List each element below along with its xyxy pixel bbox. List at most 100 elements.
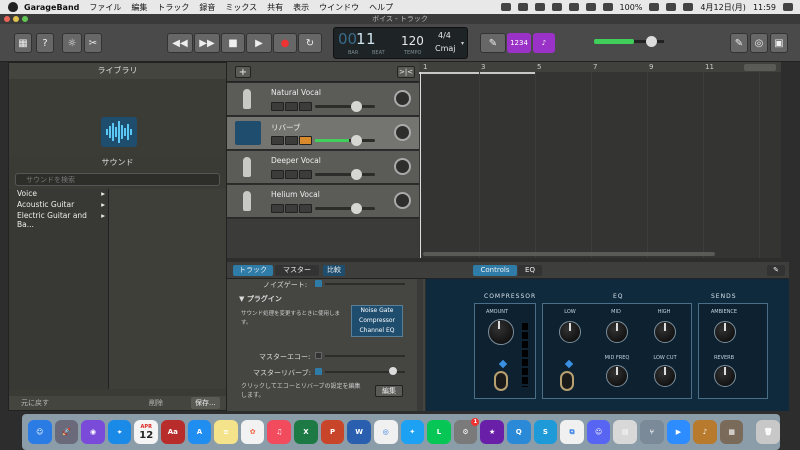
master-reverb-knob[interactable] xyxy=(389,367,397,375)
notepad-button[interactable]: ✎ xyxy=(730,33,748,53)
tab-track[interactable]: トラック xyxy=(233,265,273,276)
master-echo-slider[interactable] xyxy=(325,355,405,357)
track-name[interactable]: Deeper Vocal xyxy=(271,156,321,165)
plugin-edit-icon[interactable]: ✎ xyxy=(767,265,785,276)
catch-playhead-button[interactable]: >|< xyxy=(397,66,415,78)
eq-mid-freq-knob[interactable] xyxy=(606,365,628,387)
remote-desktop-icon[interactable]: ⧉ xyxy=(560,420,584,444)
plugin-slot[interactable]: Compressor xyxy=(352,316,402,326)
record-enable-button[interactable] xyxy=(299,170,312,179)
eq-high-knob[interactable] xyxy=(654,321,676,343)
menu-date[interactable]: 4月12日(月) xyxy=(700,2,746,13)
master-volume-knob[interactable] xyxy=(646,36,657,47)
plugins-disclosure[interactable]: ▼ プラグイン xyxy=(239,294,282,304)
dictionary-icon[interactable]: Aa xyxy=(161,420,185,444)
menu-edit[interactable]: 編集 xyxy=(131,2,147,13)
add-track-button[interactable]: + xyxy=(235,66,251,78)
category-item[interactable]: Electric Guitar and Ba... ▸ xyxy=(9,211,108,229)
category-item[interactable]: Acoustic Guitar ▸ xyxy=(9,200,108,211)
play-button[interactable]: ▶ xyxy=(246,33,272,53)
lcd-tempo[interactable]: 120 xyxy=(401,34,424,48)
sound-search-input[interactable]: サウンドを検索 xyxy=(15,173,220,186)
tuner-button[interactable]: ✎ xyxy=(480,33,506,53)
eq-toggle[interactable] xyxy=(560,371,574,391)
menu-file[interactable]: ファイル xyxy=(89,2,121,13)
menu-help[interactable]: ヘルプ xyxy=(369,2,393,13)
volume-slider[interactable] xyxy=(315,169,375,180)
pan-knob[interactable] xyxy=(394,124,411,141)
metronome-button[interactable]: ♪ xyxy=(533,33,555,53)
eq-low-cut-knob[interactable] xyxy=(654,365,676,387)
tracks-area[interactable]: 1 3 5 7 9 11 13 xyxy=(419,62,781,258)
amount-knob[interactable] xyxy=(488,319,514,345)
headphones-icon[interactable] xyxy=(285,136,298,145)
git-icon[interactable]: ⑂ xyxy=(640,420,664,444)
tab-controls[interactable]: Controls xyxy=(473,265,517,276)
noise-gate-checkbox[interactable] xyxy=(315,280,322,287)
volume-knob[interactable] xyxy=(351,203,362,214)
word-icon[interactable]: W xyxy=(347,420,371,444)
menu-window[interactable]: ウインドウ xyxy=(319,2,359,13)
volume-slider[interactable] xyxy=(315,203,375,214)
archive-icon[interactable]: ▦ xyxy=(719,420,744,444)
siri-icon[interactable] xyxy=(783,3,793,11)
photos-icon[interactable]: ✿ xyxy=(240,420,265,444)
finder-icon[interactable]: ☺ xyxy=(28,420,52,444)
master-reverb-checkbox[interactable] xyxy=(315,368,322,375)
mute-button[interactable] xyxy=(271,170,284,179)
excel-icon[interactable]: X xyxy=(294,420,318,444)
twitter-icon[interactable]: ✦ xyxy=(400,420,425,444)
menu-track[interactable]: トラック xyxy=(157,2,189,13)
pan-knob[interactable] xyxy=(394,192,411,209)
menu-record[interactable]: 録音 xyxy=(199,2,215,13)
edit-button[interactable]: 編集 xyxy=(375,385,403,397)
printer-icon[interactable]: ▤ xyxy=(613,420,638,444)
master-echo-checkbox[interactable] xyxy=(315,352,322,359)
skype-icon[interactable]: S xyxy=(533,420,558,444)
stop-button[interactable]: ■ xyxy=(221,33,245,53)
volume-knob[interactable] xyxy=(351,169,362,180)
menu-app-name[interactable]: GarageBand xyxy=(24,3,79,12)
status-app-icon[interactable] xyxy=(551,3,562,11)
help-button[interactable]: ? xyxy=(36,33,54,53)
quicktime-icon[interactable]: Q xyxy=(506,420,531,444)
zoom-icon[interactable]: ▶ xyxy=(666,420,691,444)
minimize-button[interactable] xyxy=(13,16,19,22)
track-name[interactable]: リバーブ xyxy=(271,122,301,133)
pan-knob[interactable] xyxy=(394,90,411,107)
calendar-icon[interactable]: APR 12 xyxy=(134,420,159,444)
status-app-icon[interactable] xyxy=(500,3,511,11)
battery-percent[interactable]: 100% xyxy=(620,3,643,12)
save-button[interactable]: 保存... xyxy=(191,397,220,409)
volume-knob[interactable] xyxy=(351,101,362,112)
mute-button[interactable] xyxy=(271,102,284,111)
mute-button[interactable] xyxy=(271,204,284,213)
delete-button[interactable]: 削除 xyxy=(149,398,163,408)
close-button[interactable] xyxy=(4,16,10,22)
category-item[interactable]: Voice ▸ xyxy=(9,189,108,200)
headphones-icon[interactable] xyxy=(285,204,298,213)
menu-mix[interactable]: ミックス xyxy=(225,2,257,13)
lock-icon[interactable] xyxy=(744,64,776,71)
zoom-button[interactable] xyxy=(22,16,28,22)
lcd-key[interactable]: Cmaj xyxy=(435,44,456,53)
inspector-scrollbar[interactable] xyxy=(417,279,423,411)
revert-button[interactable]: 元に戻す xyxy=(21,398,49,408)
ruler[interactable]: 1 3 5 7 9 11 13 xyxy=(419,62,781,72)
lcd-dropdown-icon[interactable]: ▾ xyxy=(461,40,464,47)
ambience-knob[interactable] xyxy=(714,321,736,343)
status-app-icon[interactable] xyxy=(517,3,528,11)
status-app-icon[interactable] xyxy=(585,3,596,11)
horizontal-scrollbar[interactable] xyxy=(423,252,715,256)
eq-low-knob[interactable] xyxy=(559,321,581,343)
headphones-icon[interactable] xyxy=(285,102,298,111)
tab-master[interactable]: マスター xyxy=(275,265,319,276)
reverb-knob[interactable] xyxy=(714,365,736,387)
menu-time[interactable]: 11:59 xyxy=(753,3,776,12)
launchpad-icon[interactable]: 🚀 xyxy=(54,420,79,444)
system-preferences-icon[interactable]: ⚙ 1 xyxy=(453,418,480,444)
track-row[interactable]: Natural Vocal xyxy=(227,83,419,116)
mute-button[interactable] xyxy=(271,136,284,145)
control-center-icon[interactable] xyxy=(683,3,694,11)
status-app-icon[interactable] xyxy=(568,3,579,11)
